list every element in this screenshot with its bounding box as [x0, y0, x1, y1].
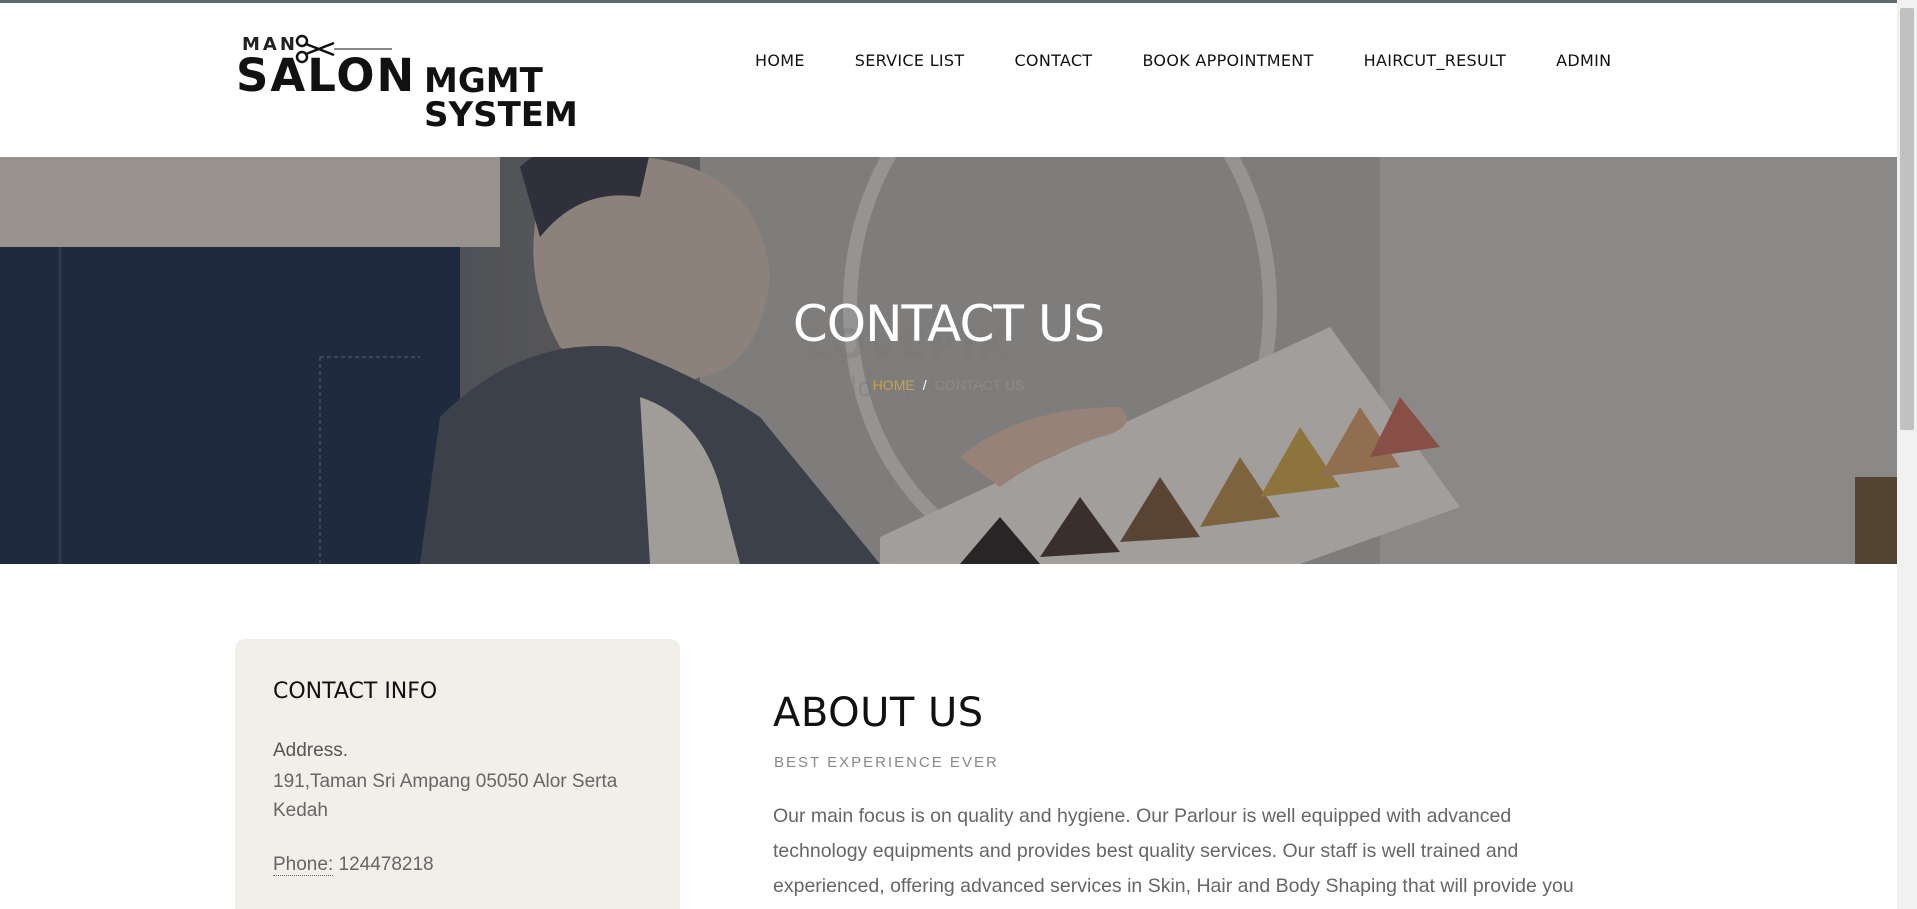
main-nav: HOME SERVICE LIST CONTACT BOOK APPOINTME…	[755, 51, 1661, 75]
scrollbar-thumb[interactable]	[1900, 8, 1914, 430]
phone-row: Phone: 124478218	[273, 854, 434, 876]
phone-value: 124478218	[338, 854, 434, 875]
address-value: 191,Taman Sri Ampang 05050 Alor Serta Ke…	[273, 771, 618, 821]
contact-info-title: CONTACT INFO	[273, 679, 438, 704]
site-header: MAN SALON MGMT SYSTEM HOME SERVICE LIST …	[0, 3, 1897, 157]
about-text: Our main focus is on quality and hygiene…	[773, 805, 1574, 897]
logo-text-salon: SALON	[236, 49, 417, 102]
page: MAN SALON MGMT SYSTEM HOME SERVICE LIST …	[0, 0, 1917, 909]
nav-haircut-result[interactable]: HAIRCUT_RESULT	[1364, 51, 1506, 75]
site-logo[interactable]: MAN SALON MGMT SYSTEM	[236, 31, 706, 132]
address-label: Address.	[273, 740, 348, 761]
page-scrollbar[interactable]	[1897, 0, 1917, 909]
breadcrumb-current: CONTACT US	[934, 377, 1025, 393]
about-title: ABOUT US	[773, 690, 984, 736]
nav-book-appointment[interactable]: BOOK APPOINTMENT	[1142, 51, 1313, 75]
about-subtitle: BEST EXPERIENCE EVER	[774, 754, 999, 771]
nav-contact[interactable]: CONTACT	[1014, 51, 1092, 75]
breadcrumb-separator: /	[922, 377, 927, 393]
hero-banner: LOVEPIK lovepik.com CONTACT US HOME / CONT…	[0, 157, 1897, 564]
nav-home[interactable]: HOME	[755, 51, 805, 75]
nav-service-list[interactable]: SERVICE LIST	[855, 51, 965, 75]
breadcrumb: HOME / CONTACT US	[0, 377, 1897, 393]
phone-label: Phone:	[273, 854, 334, 876]
nav-admin[interactable]: ADMIN	[1556, 51, 1611, 75]
page-title: CONTACT US	[792, 295, 1105, 353]
contact-info-card: CONTACT INFO Address. 191,Taman Sri Ampa…	[235, 639, 680, 909]
logo-text-mgmt: MGMT SYSTEM	[424, 61, 578, 135]
breadcrumb-home-link[interactable]: HOME	[873, 377, 915, 393]
